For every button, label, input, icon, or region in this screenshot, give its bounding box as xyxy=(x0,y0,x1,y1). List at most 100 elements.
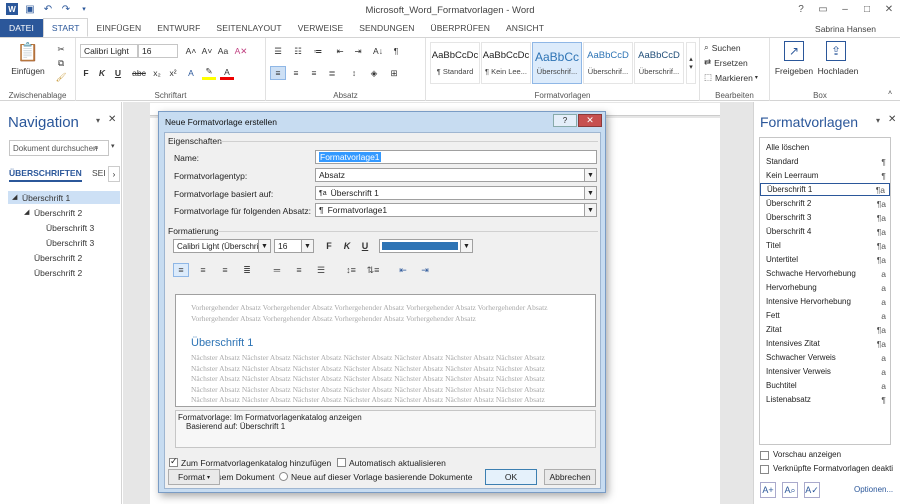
style-tile-heading2[interactable]: AaBbCcD Überschrif... xyxy=(583,42,633,84)
user-name[interactable]: Sabrina Hansen xyxy=(815,24,876,34)
close-icon[interactable]: ✕ xyxy=(578,114,602,127)
nav-item[interactable]: Überschrift 3 xyxy=(46,238,94,248)
superscript-icon[interactable]: x² xyxy=(166,66,180,80)
select-button[interactable]: ⬚ Markieren ▾ xyxy=(704,71,768,84)
cut-icon[interactable]: ✂ xyxy=(54,44,68,55)
align-center-icon[interactable]: ≡ xyxy=(288,66,304,80)
style-list-item[interactable]: Fett a xyxy=(760,309,890,322)
justify-icon[interactable]: ≣ xyxy=(239,263,255,277)
chevron-down-icon[interactable]: ▾ xyxy=(96,116,100,125)
nav-item[interactable]: Überschrift 2 xyxy=(34,268,82,278)
ribbon-display-icon[interactable]: ▭ xyxy=(812,0,834,18)
borders-icon[interactable]: ⊞ xyxy=(386,66,402,80)
align-left-icon[interactable]: ≡ xyxy=(173,263,189,277)
style-tile-heading1[interactable]: AaBbCc Überschrif... xyxy=(532,42,582,84)
minimize-icon[interactable]: – xyxy=(834,0,856,18)
style-tile-standard[interactable]: AaBbCcDc ¶ Standard xyxy=(430,42,480,84)
tab-entwurf[interactable]: ENTWURF xyxy=(149,19,208,37)
ok-button[interactable]: OK xyxy=(485,469,537,485)
name-input[interactable]: Formatvorlage1 xyxy=(315,150,597,164)
tab-pages[interactable]: SEI xyxy=(92,168,106,178)
justify-icon[interactable]: ≣ xyxy=(324,66,340,80)
style-list-item[interactable]: Standard ¶ xyxy=(760,155,890,168)
align-left-icon[interactable]: ≡ xyxy=(270,66,286,80)
chevron-right-icon[interactable]: › xyxy=(108,166,120,182)
tab-seitenlayout[interactable]: SEITENLAYOUT xyxy=(208,19,289,37)
shrink-font-icon[interactable]: A˅ xyxy=(200,44,214,58)
style-list-item[interactable]: Intensives Zitat ¶a xyxy=(760,337,890,350)
style-list-item[interactable]: Titel ¶a xyxy=(760,239,890,252)
align-right-icon[interactable]: ≡ xyxy=(306,66,322,80)
sort-icon[interactable]: A↓ xyxy=(370,44,386,58)
tab-sendungen[interactable]: SENDUNGEN xyxy=(351,19,422,37)
shading-icon[interactable]: ◈ xyxy=(366,66,382,80)
style-list-item[interactable]: Kein Leerraum ¶ xyxy=(760,169,890,182)
highlight-icon[interactable]: ✎ xyxy=(202,66,216,80)
paste-button[interactable]: Einfügen xyxy=(6,66,50,76)
double-spacing-icon[interactable]: ☰ xyxy=(313,263,329,277)
font-size-select[interactable]: 16 xyxy=(138,44,178,58)
add-to-gallery-checkbox[interactable] xyxy=(169,456,178,467)
nav-item[interactable]: Überschrift 3 xyxy=(46,223,94,233)
tab-start[interactable]: START xyxy=(42,18,89,37)
underline-icon[interactable]: U xyxy=(112,66,124,80)
text-effects-icon[interactable]: A xyxy=(184,66,198,80)
bullets-icon[interactable]: ☰ xyxy=(270,44,286,58)
new-style-icon[interactable]: A+ xyxy=(760,482,776,498)
decrease-indent-icon[interactable]: ⇤ xyxy=(395,263,411,277)
new-documents-radio[interactable] xyxy=(279,472,288,481)
grow-font-icon[interactable]: A˄ xyxy=(184,44,198,58)
help-button[interactable]: ? xyxy=(553,114,577,127)
font-name-select[interactable]: Calibri Light xyxy=(80,44,138,58)
font-select[interactable]: Calibri Light (Überschrift) ▼ xyxy=(173,239,271,253)
copy-icon[interactable]: ⧉ xyxy=(54,58,68,69)
paste-icon[interactable]: 📋 xyxy=(14,41,42,63)
style-list-item[interactable]: Intensive Hervorhebung a xyxy=(760,295,890,308)
type-select[interactable]: Absatz ▼ xyxy=(315,168,597,182)
style-list-item[interactable]: Schwacher Verweis a xyxy=(760,351,890,364)
tab-einfuegen[interactable]: EINFÜGEN xyxy=(88,19,149,37)
share-button[interactable]: Freigeben xyxy=(772,66,816,76)
increase-spacing-icon[interactable]: ↕≡ xyxy=(343,263,359,277)
share-icon[interactable]: ↗ xyxy=(784,41,804,61)
onehalf-spacing-icon[interactable]: ≡ xyxy=(291,263,307,277)
clear-formatting-icon[interactable]: A✕ xyxy=(234,44,248,58)
style-list-item[interactable]: Intensiver Verweis a xyxy=(760,365,890,378)
increase-indent-icon[interactable]: ⇥ xyxy=(350,44,366,58)
styles-scroll-icon[interactable]: ▴ ▾ xyxy=(686,42,696,84)
search-icon[interactable]: ⌕ xyxy=(94,142,99,153)
format-button[interactable]: Format ▾ xyxy=(168,469,220,485)
subscript-icon[interactable]: x₂ xyxy=(150,66,164,80)
style-list-item[interactable]: Überschrift 3 ¶a xyxy=(760,211,890,224)
style-list-item[interactable]: Überschrift 2 ¶a xyxy=(760,197,890,210)
font-color-icon[interactable]: A xyxy=(220,66,234,80)
nav-item[interactable]: Überschrift 1 xyxy=(22,193,70,203)
tab-datei[interactable]: DATEI xyxy=(0,19,43,37)
style-list-item[interactable]: Überschrift 1 ¶a xyxy=(760,183,890,196)
based-on-select[interactable]: ¶a Überschrift 1 ▼ xyxy=(315,186,597,200)
auto-update-checkbox[interactable] xyxy=(337,458,346,467)
help-icon[interactable]: ? xyxy=(790,0,812,18)
preview-checkbox[interactable] xyxy=(760,451,769,460)
style-list-item[interactable]: Buchtitel a xyxy=(760,379,890,392)
tab-ansicht[interactable]: ANSICHT xyxy=(498,19,552,37)
style-list-item[interactable]: Hervorhebung a xyxy=(760,281,890,294)
tab-headings[interactable]: ÜBERSCHRIFTEN xyxy=(9,168,82,182)
increase-indent-icon[interactable]: ⇥ xyxy=(417,263,433,277)
decrease-indent-icon[interactable]: ⇤ xyxy=(332,44,348,58)
maximize-icon[interactable]: □ xyxy=(856,0,878,18)
bold-icon[interactable]: F xyxy=(323,239,335,253)
single-spacing-icon[interactable]: ═ xyxy=(269,263,285,277)
style-inspector-icon[interactable]: A⌕ xyxy=(782,482,798,498)
manage-styles-icon[interactable]: A✓ xyxy=(804,482,820,498)
style-list-item[interactable]: Zitat ¶a xyxy=(760,323,890,336)
options-link[interactable]: Optionen... xyxy=(854,485,893,494)
change-case-icon[interactable]: Aa xyxy=(216,44,230,58)
upload-button[interactable]: Hochladen xyxy=(816,66,860,76)
next-style-select[interactable]: ¶ Formatvorlage1 ▼ xyxy=(315,203,597,217)
style-list-item[interactable]: Listenabsatz ¶ xyxy=(760,393,890,406)
style-list-item[interactable]: Alle löschen xyxy=(760,141,890,154)
nav-item[interactable]: Überschrift 2 xyxy=(34,253,82,263)
size-select[interactable]: 16 ▼ xyxy=(274,239,314,253)
align-center-icon[interactable]: ≡ xyxy=(195,263,211,277)
